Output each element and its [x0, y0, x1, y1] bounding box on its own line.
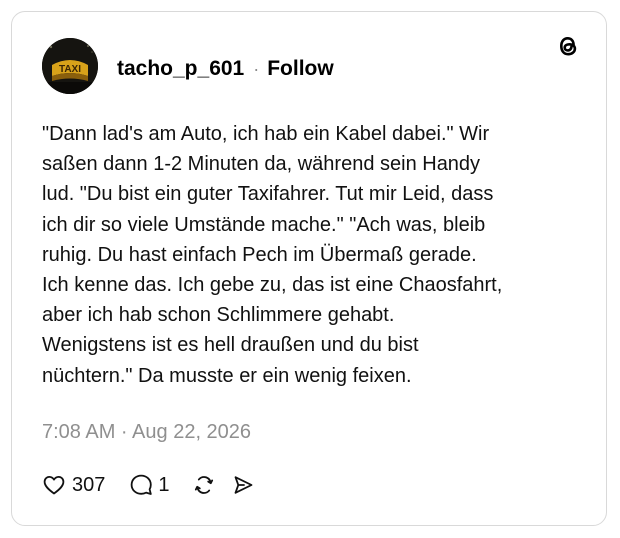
heart-icon	[42, 473, 66, 497]
like-button[interactable]: 307	[42, 473, 105, 497]
threads-logo-icon[interactable]	[554, 32, 582, 60]
taxi-sign-text: TAXI	[59, 64, 81, 75]
post-text: "Dann lad's am Auto, ich hab ein Kabel d…	[42, 123, 503, 387]
comment-icon	[128, 473, 154, 497]
share-icon	[231, 473, 255, 497]
header-separator: ·	[253, 58, 260, 79]
post-header: tacho_p_601 · Follow	[117, 55, 334, 83]
post-timestamp[interactable]: 7:08 AM · Aug 22, 2026	[42, 421, 251, 444]
reply-count: 1	[158, 473, 170, 496]
post-actions: 307 1	[42, 471, 255, 499]
follow-button[interactable]: Follow	[267, 57, 334, 81]
post-card: TAXI tacho_p_601 · Follow "Dann lad's am…	[11, 11, 607, 526]
username[interactable]: tacho_p_601	[117, 57, 244, 81]
like-count: 307	[72, 473, 106, 496]
reply-button[interactable]: 1	[128, 473, 170, 497]
repost-icon	[192, 473, 216, 497]
repost-button[interactable]	[192, 473, 216, 497]
share-button[interactable]	[231, 473, 255, 497]
taxi-sign-image: TAXI	[42, 38, 98, 94]
avatar[interactable]: TAXI	[42, 38, 98, 94]
